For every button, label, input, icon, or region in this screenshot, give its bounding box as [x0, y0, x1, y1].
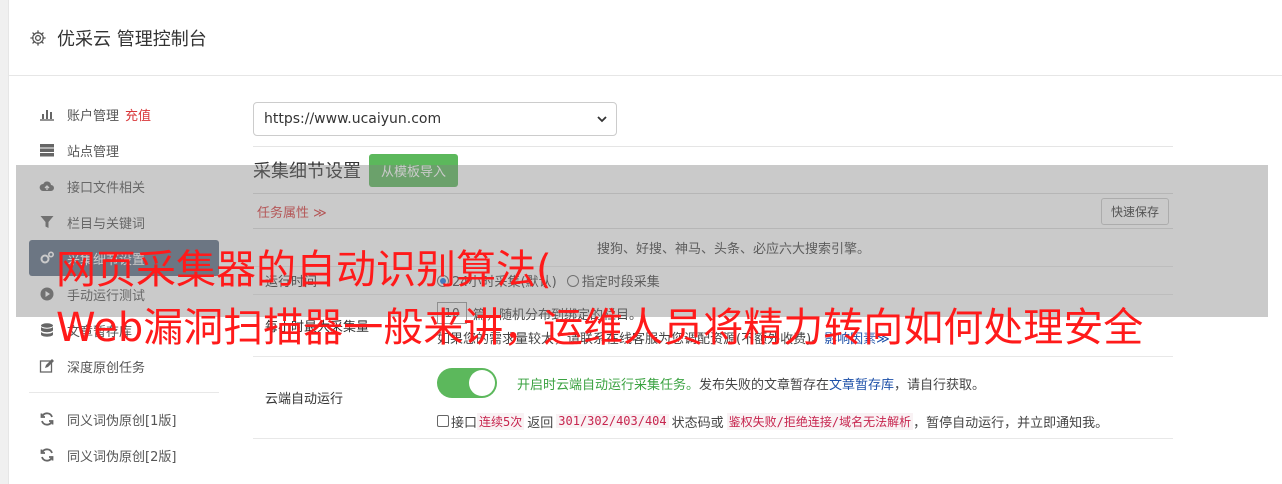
api-error-types: 鉴权失败/拒绝连接/域名无法解析 — [726, 412, 914, 430]
api-status-codes: 301/302/403/404 — [556, 414, 669, 428]
sidebar-item-label: 同义词伪原创[1版] — [67, 413, 177, 429]
refresh-icon — [40, 448, 54, 462]
article-store-link[interactable]: 文章暂存库 — [829, 374, 894, 393]
sidebar-item-synonym-v1[interactable]: 同义词伪原创[1版] — [29, 401, 219, 437]
api-return-text: 返回 — [527, 415, 554, 431]
overlay-headline-2: Web漏洞扫描器一般来讲，运维人员将精力转向如何处理安全 — [56, 305, 1144, 351]
api-or-text: 状态码或 — [671, 415, 724, 431]
api-pause-checkbox[interactable] — [437, 415, 449, 427]
overlay-headline-1: 网页采集器的自动识别算法( — [56, 247, 552, 293]
sidebar-item-label: 站点管理 — [67, 144, 120, 160]
api-pause-end: ，暂停自动运行，并立即通知我。 — [913, 415, 1109, 431]
sidebar-item-label: 深度原创任务 — [67, 360, 146, 376]
sidebar-item-account[interactable]: 账户管理 充值 — [29, 96, 219, 132]
chevron-down-icon — [597, 116, 607, 123]
site-select[interactable]: https://www.ucaiyun.com — [253, 102, 617, 136]
cloud-auto-content: 开启时云端自动运行采集任务。 发布失败的文章暂存在 文章暂存库 ，请自行获取。 … — [437, 357, 1173, 438]
api-pause-label: 接口 — [451, 415, 478, 431]
site-select-value: https://www.ucaiyun.com — [264, 111, 442, 127]
cloud-auto-note-end: ，请自行获取。 — [894, 377, 986, 393]
sidebar-item-label: 账户管理 — [67, 108, 120, 124]
page-title: 优采云 管理控制台 — [57, 28, 207, 50]
panel-header: 优采云 管理控制台 — [9, 0, 1282, 76]
bar-chart-icon — [40, 110, 54, 121]
sidebar-item-label: 同义词伪原创[2版] — [67, 449, 177, 465]
server-icon — [40, 144, 54, 157]
sidebar-item-sites[interactable]: 站点管理 — [29, 132, 219, 168]
cloud-auto-label: 云端自动运行 — [265, 392, 344, 407]
cloud-auto-row: 云端自动运行 开启时云端自动运行采集任务。 发布失败的文章暂存在 文章暂存库 ，… — [253, 357, 1173, 439]
sidebar-item-deep-original[interactable]: 深度原创任务 — [29, 348, 219, 384]
sidebar-divider — [29, 392, 219, 393]
gear-icon — [30, 29, 46, 46]
api-fail-count: 连续5次 — [477, 412, 525, 430]
cloud-auto-status: 开启时云端自动运行采集任务。 — [517, 377, 700, 393]
cloud-auto-toggle[interactable] — [437, 368, 497, 398]
database-icon — [41, 323, 53, 337]
refresh-icon — [40, 412, 54, 426]
cloud-auto-note: 发布失败的文章暂存在 — [699, 377, 830, 393]
watermark-overlay — [16, 165, 1268, 317]
edit-icon — [39, 359, 54, 373]
recharge-link[interactable]: 充值 — [125, 105, 151, 124]
sidebar-item-synonym-v2[interactable]: 同义词伪原创[2版] — [29, 437, 219, 473]
